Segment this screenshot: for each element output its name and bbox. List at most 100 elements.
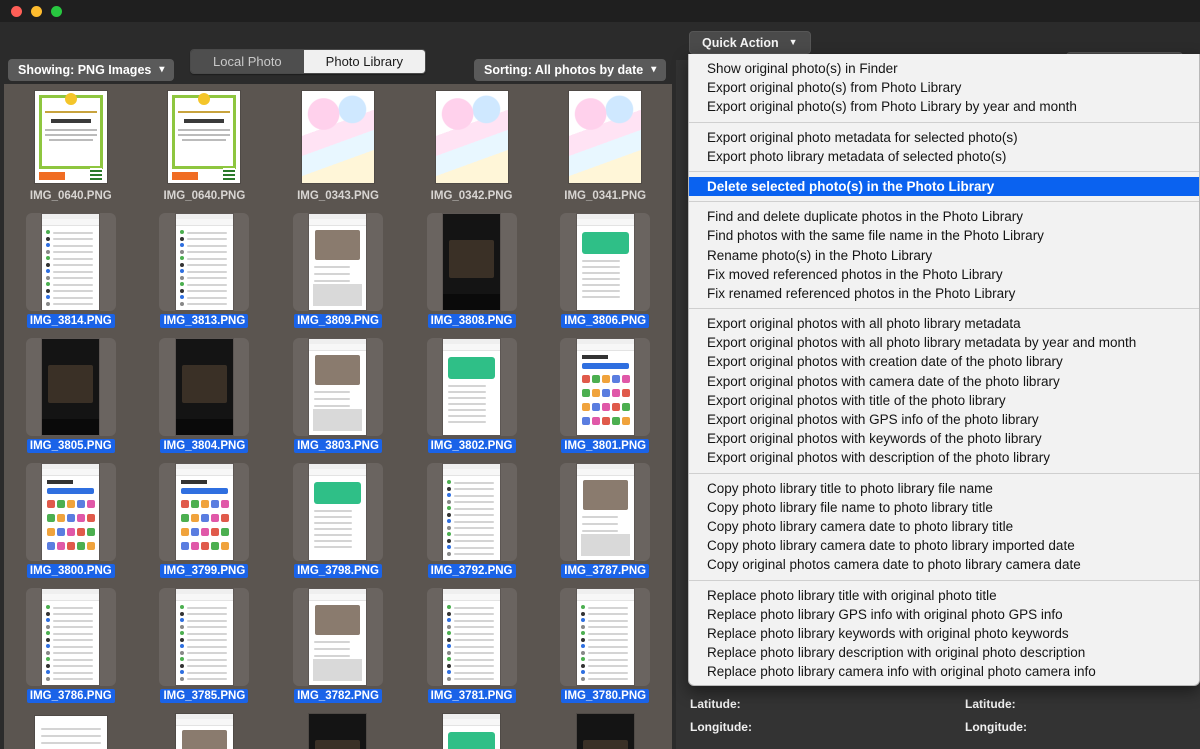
quick-action-menu-item[interactable]: Delete selected photo(s) in the Photo Li…: [689, 176, 1199, 197]
quick-action-menu-item[interactable]: Replace photo library keywords with orig…: [689, 624, 1199, 643]
photo-thumbnail[interactable]: [427, 713, 517, 749]
photo-thumbnail[interactable]: [426, 338, 517, 436]
quick-action-menu-item[interactable]: Copy photo library camera date to photo …: [689, 517, 1199, 536]
quick-action-menu-item[interactable]: Copy photo library title to photo librar…: [689, 479, 1199, 498]
photo-cell[interactable]: IMG_3781.PNG: [405, 584, 539, 709]
maximize-window-button[interactable]: [51, 6, 62, 17]
photo-thumbnail[interactable]: [426, 463, 517, 561]
quick-action-menu-item[interactable]: Rename photo(s) in the Photo Library: [689, 246, 1199, 265]
photo-thumbnail[interactable]: [293, 88, 383, 186]
photo-cell[interactable]: IMG_3787.PNG: [538, 459, 672, 584]
photo-cell[interactable]: IMG_0342.PNG: [405, 84, 539, 209]
photo-cell[interactable]: IMG_0341.PNG: [538, 84, 672, 209]
quick-action-menu-item[interactable]: Export original photo(s) from Photo Libr…: [689, 97, 1199, 116]
photo-thumbnail[interactable]: [25, 588, 116, 686]
photo-thumbnail[interactable]: [560, 588, 651, 686]
quick-action-menu-item[interactable]: Export photo library metadata of selecte…: [689, 147, 1199, 166]
photo-thumbnail[interactable]: [159, 463, 250, 561]
showing-filter-dropdown[interactable]: Showing: PNG Images ▾: [8, 59, 175, 81]
photo-thumbnail[interactable]: [560, 713, 650, 749]
photo-thumbnail[interactable]: [159, 588, 250, 686]
minimize-window-button[interactable]: [31, 6, 42, 17]
photo-thumbnail[interactable]: [292, 463, 383, 561]
quick-action-menu-item[interactable]: Replace photo library GPS info with orig…: [689, 605, 1199, 624]
photo-thumbnail[interactable]: [293, 713, 383, 749]
photo-cell[interactable]: IMG_3813.PNG: [138, 209, 272, 334]
photo-thumbnail[interactable]: [26, 88, 116, 186]
photo-cell[interactable]: IMG_3780.PNG: [538, 584, 672, 709]
photo-cell[interactable]: IMG_0343.PNG: [271, 84, 405, 209]
source-segmented-control[interactable]: Local Photo Photo Library: [190, 49, 426, 74]
quick-action-menu-item[interactable]: Fix renamed referenced photos in the Pho…: [689, 284, 1199, 303]
photo-thumbnail[interactable]: [25, 463, 116, 561]
photo-cell[interactable]: IMG_3782.PNG: [271, 584, 405, 709]
quick-action-menu[interactable]: Show original photo(s) in Finder Export o…: [688, 54, 1200, 687]
photo-thumbnail[interactable]: [560, 338, 651, 436]
photo-thumbnail[interactable]: [560, 88, 650, 186]
photo-cell[interactable]: IMG_3798.PNG: [271, 459, 405, 584]
quick-action-menu-item[interactable]: Find and delete duplicate photos in the …: [689, 207, 1199, 226]
photo-cell[interactable]: IMG_3800.PNG: [4, 459, 138, 584]
photo-cell[interactable]: IMG_3808.PNG: [405, 209, 539, 334]
photo-cell[interactable]: IMG_3804.PNG: [138, 334, 272, 459]
close-window-button[interactable]: [11, 6, 22, 17]
photo-thumbnail[interactable]: [292, 213, 383, 311]
photo-cell[interactable]: IMG_3802.PNG: [405, 334, 539, 459]
quick-action-menu-item[interactable]: Export original photos with title of the…: [689, 391, 1199, 410]
quick-action-menu-item[interactable]: Replace photo library description with o…: [689, 643, 1199, 662]
photo-thumbnail[interactable]: [292, 588, 383, 686]
quick-action-menu-item[interactable]: Replace photo library title with origina…: [689, 586, 1199, 605]
quick-action-menu-item[interactable]: Export original photos with keywords of …: [689, 429, 1199, 448]
quick-action-menu-item[interactable]: Export original photos with GPS info of …: [689, 410, 1199, 429]
photo-thumbnail[interactable]: [159, 88, 249, 186]
quick-action-menu-item[interactable]: Find photos with the same file name in t…: [689, 226, 1199, 245]
photo-cell[interactable]: IMG_3806.PNG: [538, 209, 672, 334]
sorting-dropdown[interactable]: Sorting: All photos by date ▾: [474, 59, 667, 81]
quick-action-menu-item[interactable]: Export original photos with creation dat…: [689, 352, 1199, 371]
photo-thumbnail[interactable]: [560, 213, 651, 311]
quick-action-menu-item[interactable]: Fix moved referenced photos in the Photo…: [689, 265, 1199, 284]
quick-action-menu-item[interactable]: Copy original photos camera date to phot…: [689, 555, 1199, 574]
photo-thumbnail[interactable]: [25, 213, 116, 311]
photo-grid-panel[interactable]: IMG_0640.PNG IMG_0640.PNG IMG_0343.PNG IMG_…: [4, 84, 672, 749]
photo-cell[interactable]: IMG_3814.PNG: [4, 209, 138, 334]
tab-local-photo[interactable]: Local Photo: [191, 50, 304, 73]
photo-cell[interactable]: [4, 709, 138, 749]
quick-action-menu-item[interactable]: Show original photo(s) in Finder: [689, 59, 1199, 78]
quick-action-menu-item[interactable]: Copy photo library camera date to photo …: [689, 536, 1199, 555]
quick-action-menu-item[interactable]: Export original photos with camera date …: [689, 372, 1199, 391]
photo-thumbnail[interactable]: [159, 713, 249, 749]
photo-cell[interactable]: IMG_3809.PNG: [271, 209, 405, 334]
photo-cell[interactable]: IMG_3785.PNG: [138, 584, 272, 709]
quick-action-menu-item[interactable]: Export original photo(s) from Photo Libr…: [689, 78, 1199, 97]
photo-cell[interactable]: IMG_3805.PNG: [4, 334, 138, 459]
quick-action-menu-item[interactable]: Replace photo library camera info with o…: [689, 662, 1199, 681]
photo-thumbnail[interactable]: [426, 588, 517, 686]
quick-action-menu-item[interactable]: Export original photo metadata for selec…: [689, 128, 1199, 147]
photo-cell[interactable]: [405, 709, 539, 749]
quick-action-menu-item[interactable]: Export original photos with all photo li…: [689, 314, 1199, 333]
tab-photo-library[interactable]: Photo Library: [303, 50, 425, 73]
photo-cell[interactable]: IMG_3803.PNG: [271, 334, 405, 459]
photo-thumbnail[interactable]: [159, 213, 250, 311]
quick-action-menu-item[interactable]: Export original photos with description …: [689, 448, 1199, 467]
photo-thumbnail[interactable]: [159, 338, 250, 436]
photo-cell[interactable]: IMG_3792.PNG: [405, 459, 539, 584]
photo-thumbnail[interactable]: [426, 213, 517, 311]
photo-cell[interactable]: [271, 709, 405, 749]
photo-cell[interactable]: IMG_3799.PNG: [138, 459, 272, 584]
photo-thumbnail[interactable]: [25, 338, 116, 436]
photo-cell[interactable]: [538, 709, 672, 749]
photo-thumbnail[interactable]: [26, 713, 116, 749]
quick-action-menu-item[interactable]: Copy photo library file name to photo li…: [689, 498, 1199, 517]
photo-cell[interactable]: IMG_0640.PNG: [4, 84, 138, 209]
photo-thumbnail[interactable]: [560, 463, 651, 561]
quick-action-button[interactable]: Quick Action ▼: [689, 31, 811, 54]
photo-cell[interactable]: IMG_3786.PNG: [4, 584, 138, 709]
photo-cell[interactable]: IMG_0640.PNG: [138, 84, 272, 209]
photo-cell[interactable]: IMG_3801.PNG: [538, 334, 672, 459]
photo-thumbnail[interactable]: [427, 88, 517, 186]
quick-action-menu-item[interactable]: Export original photos with all photo li…: [689, 333, 1199, 352]
photo-thumbnail[interactable]: [292, 338, 383, 436]
photo-cell[interactable]: [138, 709, 272, 749]
